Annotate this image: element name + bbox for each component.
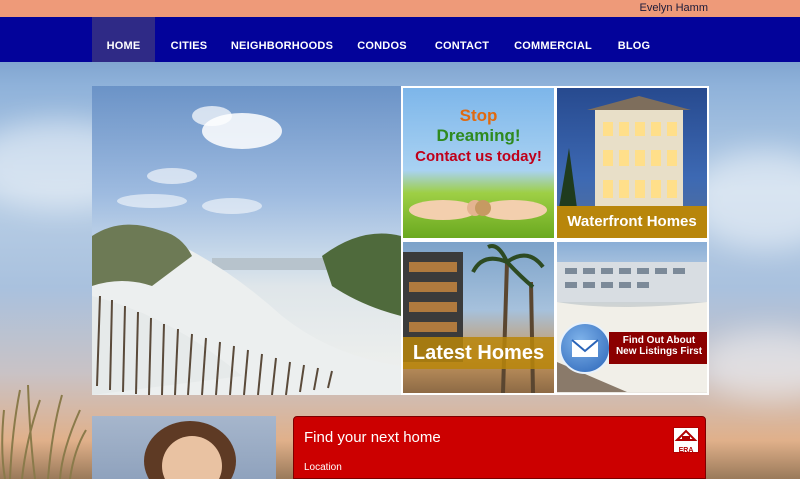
latest-homes-building-illustration bbox=[403, 244, 545, 393]
agent-portrait-illustration bbox=[144, 421, 236, 479]
nav-item-cities[interactable]: CITIES bbox=[160, 17, 218, 62]
nav-item-neighborhoods[interactable]: NEIGHBORHOODS bbox=[226, 17, 338, 62]
new-listings-label: Find Out About New Listings First bbox=[609, 332, 707, 364]
latest-homes-tile[interactable]: Latest Homes bbox=[401, 240, 556, 395]
home-search-panel: Find your next home Location ERA bbox=[293, 416, 706, 479]
waterfront-house-illustration bbox=[559, 96, 691, 208]
era-logo-text: ERA bbox=[678, 447, 694, 454]
couple-on-grass-illustration bbox=[409, 200, 547, 220]
agent-photo bbox=[92, 416, 276, 479]
new-listings-signup-tile[interactable]: Find Out About New Listings First bbox=[555, 240, 709, 395]
background-cloud bbox=[700, 330, 800, 400]
era-logo: ERA bbox=[673, 427, 699, 454]
nav-item-commercial[interactable]: COMMERCIAL bbox=[508, 17, 598, 62]
latest-homes-label: Latest Homes bbox=[403, 337, 554, 369]
hero-beach-image bbox=[92, 86, 401, 395]
beach-dune-illustration bbox=[92, 106, 401, 395]
search-panel-title: Find your next home bbox=[304, 429, 441, 446]
waterfront-homes-tile[interactable]: Waterfront Homes bbox=[555, 86, 709, 240]
main-navigation: HOME CITIES NEIGHBORHOODS CONDOS CONTACT… bbox=[0, 17, 800, 62]
email-envelope-icon bbox=[559, 322, 611, 374]
nav-item-blog[interactable]: BLOG bbox=[606, 17, 662, 62]
nav-item-home[interactable]: HOME bbox=[92, 17, 155, 62]
new-listings-line1: Find Out About bbox=[622, 335, 696, 346]
new-listings-line2: New Listings First bbox=[615, 346, 703, 357]
user-name[interactable]: Evelyn Hamm bbox=[640, 2, 708, 14]
contact-promo-line3: Contact us today! bbox=[415, 148, 542, 165]
contact-us-promo-tile[interactable]: Stop Dreaming! Contact us today! bbox=[401, 86, 556, 240]
location-label: Location bbox=[304, 462, 342, 473]
dune-grass-decoration bbox=[1, 384, 87, 479]
nav-item-contact[interactable]: CONTACT bbox=[425, 17, 499, 62]
nav-item-condos[interactable]: CONDOS bbox=[348, 17, 416, 62]
contact-promo-line2: Dreaming! bbox=[436, 126, 521, 145]
waterfront-homes-label: Waterfront Homes bbox=[557, 206, 707, 238]
contact-promo-line1: Stop bbox=[459, 106, 498, 125]
era-house-icon bbox=[674, 429, 698, 441]
top-bar: Evelyn Hamm bbox=[0, 0, 800, 18]
